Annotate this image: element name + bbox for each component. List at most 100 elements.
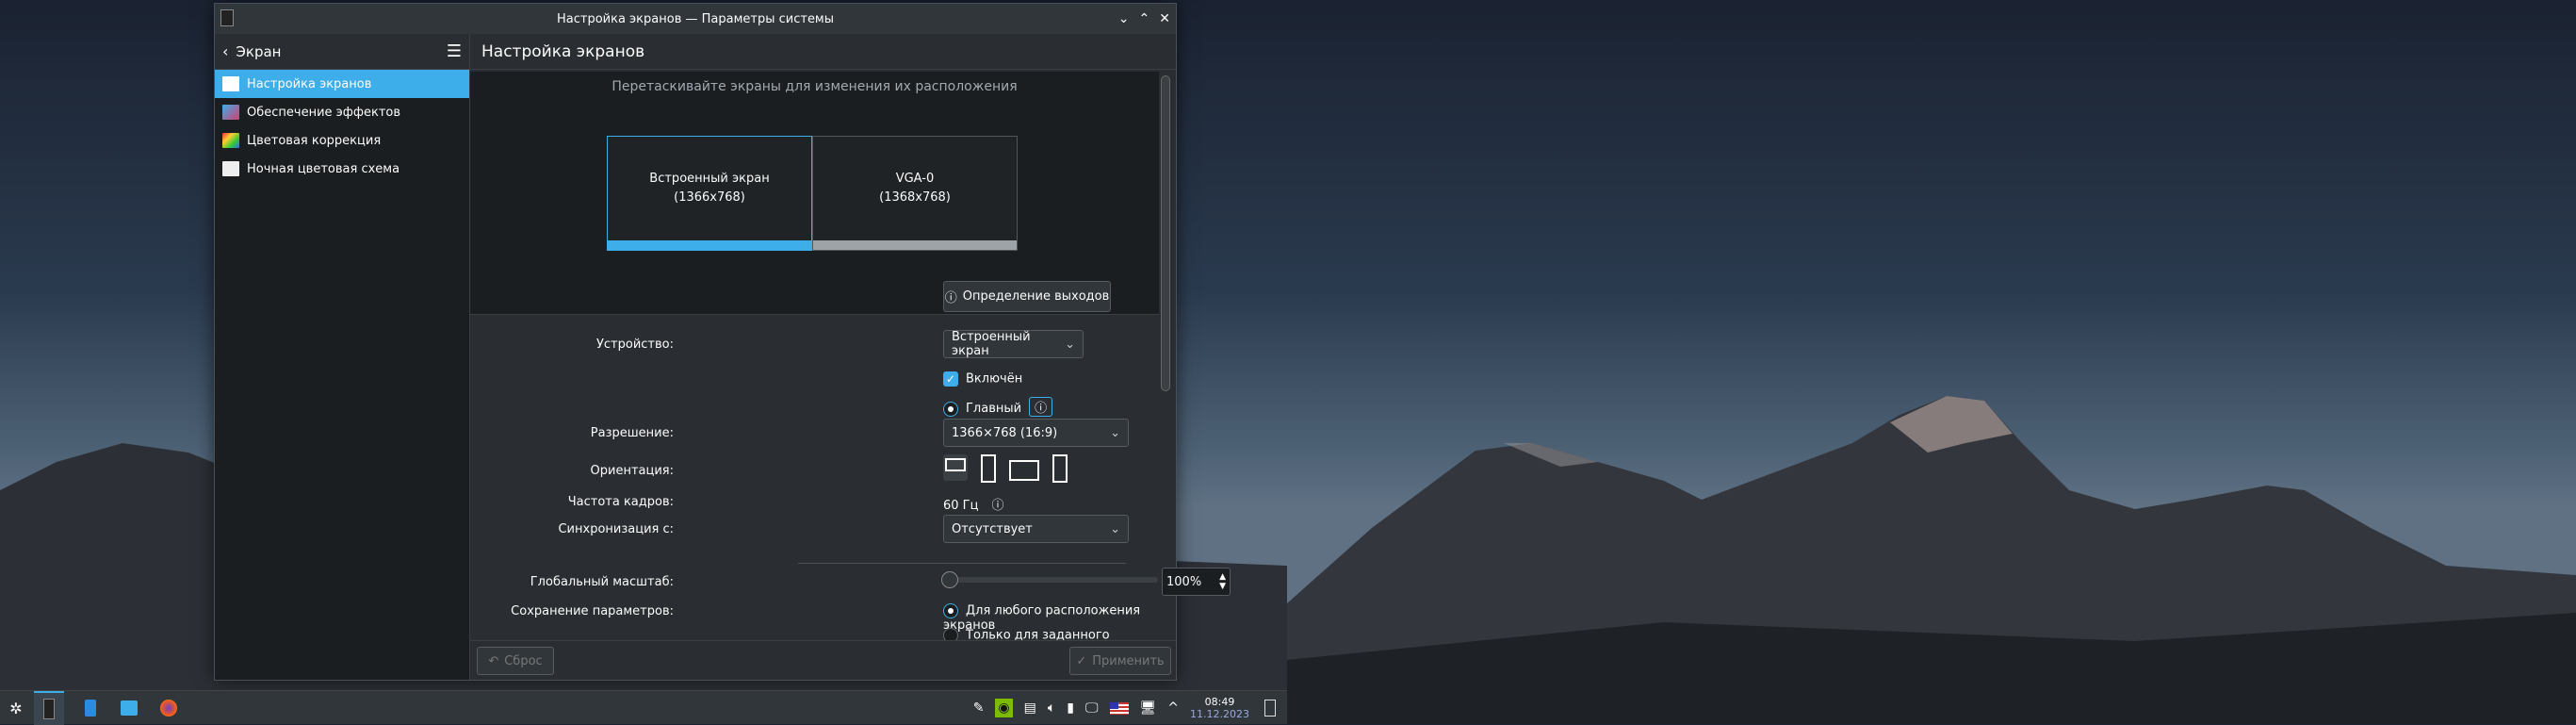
sidebar-item-label: Ночная цветовая схема [247, 161, 400, 176]
system-settings-window: Настройка экранов — Параметры системы ⌄ … [214, 3, 1231, 681]
button-label: Применить [1092, 653, 1165, 668]
chevron-down-icon: ⌄ [1110, 425, 1120, 440]
sidebar-item-night-color[interactable]: Ночная цветовая схема [215, 155, 469, 183]
file-manager-icon[interactable] [117, 691, 141, 725]
firefox-icon[interactable] [156, 691, 181, 725]
radio-indicator [943, 401, 958, 417]
resolution-dropdown[interactable]: 1366×768 (16:9) ⌄ [943, 419, 1129, 447]
color-correction-icon [222, 133, 239, 148]
scale-label: Глобальный масштаб: [530, 575, 674, 589]
network-icon[interactable]: 🖥︎ [1140, 700, 1157, 716]
sidebar-item-label: Настройка экранов [247, 76, 372, 91]
wallpaper-mountains [1287, 396, 2576, 724]
display-icon[interactable]: 🖵︎ [1085, 700, 1099, 716]
screen-builtin[interactable]: Встроенный экран (1366x768) [607, 136, 812, 251]
orientation-right-button[interactable] [1052, 454, 1068, 483]
screen-bar [608, 240, 811, 250]
screen-name: VGA-0 [895, 172, 935, 186]
info-icon[interactable]: ⓘ [991, 499, 1003, 513]
sidebar: ‹ Экран ☰ Настройка экранов Обеспечение … [215, 34, 470, 680]
device-dropdown[interactable]: Встроенный экран ⌄ [943, 330, 1084, 358]
primary-info-button[interactable]: ⓘ [1029, 397, 1053, 417]
orientation-left-button[interactable] [981, 454, 996, 483]
sidebar-item-compositor[interactable]: Обеспечение эффектов [215, 98, 469, 126]
vpn-icon[interactable]: ◉ [995, 699, 1013, 717]
button-bar: ↶ Сброс ✓ Применить [470, 640, 1176, 680]
check-icon: ✓ [1076, 653, 1087, 668]
task-system-settings[interactable] [34, 691, 64, 725]
spinbox-value: 100% [1166, 574, 1202, 589]
page-title: Настройка экранов [470, 34, 1176, 70]
volume-icon[interactable]: 🔈︎ [1048, 700, 1055, 716]
arrangement-hint: Перетаскивайте экраны для изменения их р… [611, 79, 1018, 94]
slider-thumb[interactable] [941, 571, 958, 588]
discover-icon[interactable] [79, 691, 102, 725]
usb-device-icon[interactable]: ▮ [1067, 700, 1074, 716]
chevron-down-icon: ⌄ [1065, 337, 1075, 352]
reset-button[interactable]: ↶ Сброс [477, 647, 554, 675]
orientation-buttons [943, 454, 1068, 483]
sidebar-title: Экран [236, 42, 282, 60]
screen-name: Встроенный экран [649, 172, 770, 186]
app-launcher-icon[interactable]: ✲ [6, 691, 26, 725]
check-icon: ✓ [943, 371, 958, 387]
button-label: Определение выходов [962, 289, 1110, 304]
refresh-label: Частота кадров: [567, 495, 674, 509]
screen-arrangement-area: Перетаскивайте экраны для изменения их р… [470, 72, 1159, 315]
clock-date: 11.12.2023 [1190, 708, 1249, 720]
save-label: Сохранение параметров: [511, 604, 674, 618]
chevron-down-icon: ⌄ [1110, 521, 1120, 536]
sidebar-item-display-config[interactable]: Настройка экранов [215, 70, 469, 98]
scale-slider[interactable] [941, 571, 1158, 588]
klipper-icon[interactable]: ✎ [973, 700, 985, 716]
screen-resolution: (1368x768) [879, 190, 951, 205]
night-color-icon [222, 161, 239, 176]
maximize-button[interactable]: ⌃ [1139, 11, 1150, 26]
dropdown-value: 1366×768 (16:9) [952, 425, 1058, 440]
primary-radio[interactable]: Главный ⓘ [943, 397, 1053, 417]
system-tray: ✎ ◉ ▤ 🔈︎ ▮ 🖵︎ 🖥︎ ^ 08:49 11.12.2023 [973, 691, 1249, 725]
sync-dropdown[interactable]: Отсутствует ⌄ [943, 515, 1129, 543]
scale-spinbox[interactable]: 100% ▲ ▼ [1162, 568, 1231, 596]
keyboard-layout-us-flag-icon[interactable] [1109, 701, 1129, 715]
enabled-checkbox[interactable]: ✓ Включён [943, 371, 1022, 387]
screen-bar [813, 240, 1017, 250]
screen-resolution: (1366x768) [674, 190, 745, 205]
info-icon: ⓘ [944, 291, 957, 305]
back-button[interactable]: ‹ [222, 42, 228, 60]
radio-indicator [943, 603, 958, 618]
sync-label: Синхронизация с: [558, 522, 674, 536]
apply-button[interactable]: ✓ Применить [1069, 647, 1171, 675]
monitor-icon [222, 76, 239, 91]
minimize-button[interactable]: ⌄ [1118, 11, 1130, 26]
clipboard-icon[interactable]: ▤ [1024, 700, 1036, 716]
orientation-normal-button[interactable] [943, 454, 968, 481]
desktop-right [1287, 0, 2576, 724]
orientation-inverted-button[interactable] [1009, 460, 1039, 481]
separator [798, 563, 1126, 564]
identify-outputs-button[interactable]: ⓘ Определение выходов [943, 281, 1111, 312]
refresh-value: 60 Гц [943, 499, 979, 513]
sidebar-item-label: Обеспечение эффектов [247, 105, 401, 120]
undo-icon: ↶ [488, 653, 499, 668]
spin-arrows-icon[interactable]: ▲ ▼ [1219, 572, 1226, 591]
scrollbar[interactable] [1161, 75, 1170, 391]
main-panel: Настройка экранов Перетаскивайте экраны … [470, 34, 1231, 680]
dropdown-value: Отсутствует [952, 521, 1033, 536]
tray-expand-icon[interactable]: ^ [1167, 700, 1179, 716]
button-label: Сброс [504, 653, 543, 668]
digital-clock[interactable]: 08:49 11.12.2023 [1190, 696, 1249, 720]
title-bar[interactable]: Настройка экранов — Параметры системы ⌄ … [215, 4, 1176, 34]
checkbox-label: Включён [966, 371, 1023, 387]
show-desktop-icon[interactable] [1259, 691, 1281, 725]
taskbar: ✲ ✎ ◉ ▤ 🔈︎ ▮ 🖵︎ 🖥︎ ^ 08:49 11.12.2023 [0, 690, 1287, 725]
screen-vga[interactable]: VGA-0 (1368x768) [812, 136, 1018, 251]
sidebar-item-label: Цветовая коррекция [247, 133, 382, 148]
app-icon [220, 9, 234, 26]
sidebar-item-color-correction[interactable]: Цветовая коррекция [215, 126, 469, 155]
clock-time: 08:49 [1204, 696, 1235, 708]
dropdown-value: Встроенный экран [952, 330, 1031, 358]
close-button[interactable]: ✕ [1159, 11, 1170, 26]
orientation-label: Ориентация: [590, 464, 674, 478]
hamburger-menu-icon[interactable]: ☰ [447, 41, 462, 61]
